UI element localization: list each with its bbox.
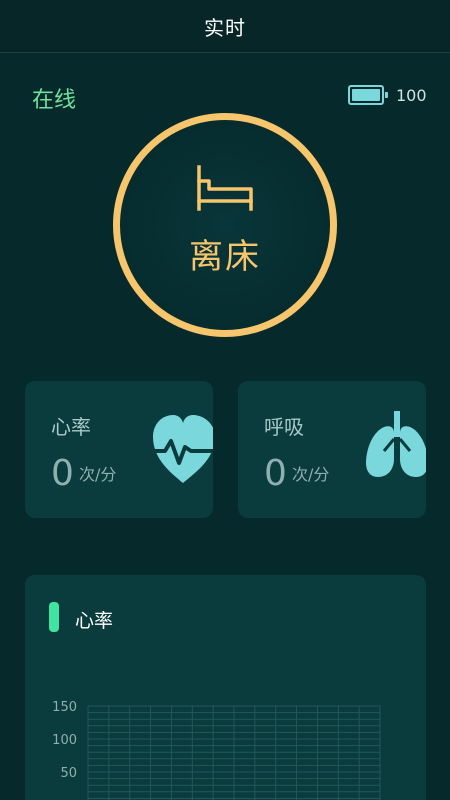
chart-y-tick-label: 100 <box>52 733 77 748</box>
heart-rate-chart: 150 100 50 <box>52 700 381 800</box>
chart-grid <box>87 705 381 800</box>
chart-y-tick-label: 50 <box>60 766 77 781</box>
lungs-icon <box>366 411 426 477</box>
bed-icon <box>197 164 253 211</box>
heart-rate-value: 0 <box>51 453 74 494</box>
online-status: 在线 <box>32 88 77 113</box>
heart-rate-chart-card: 心率 150 100 50 <box>25 575 426 800</box>
breath-rate-title: 呼吸 <box>264 415 304 439</box>
heart-rate-icon <box>151 415 213 483</box>
breath-rate-unit: 次/分 <box>292 465 330 484</box>
bed-status-ring: 离床 <box>113 113 337 337</box>
breath-rate-card[interactable]: 呼吸 0 次/分 <box>238 381 426 518</box>
heart-rate-card[interactable]: 心率 0 次/分 <box>25 381 213 518</box>
battery-icon <box>348 85 388 105</box>
battery-tip <box>385 92 388 98</box>
battery-percentage: 100 <box>396 86 427 105</box>
top-bar: 实时 <box>0 0 450 53</box>
page-title: 实时 <box>204 15 246 40</box>
heart-rate-unit: 次/分 <box>79 465 117 484</box>
bed-status-label: 离床 <box>189 236 261 277</box>
chart-y-tick-label: 150 <box>52 700 77 715</box>
heart-rate-title: 心率 <box>51 415 91 439</box>
breath-rate-value: 0 <box>264 453 287 494</box>
app-screen: 实时 在线 100 离床 心率 0 次/分 呼吸 0 次/分 心率 150 10… <box>0 0 450 800</box>
battery-level-fill <box>352 89 380 101</box>
